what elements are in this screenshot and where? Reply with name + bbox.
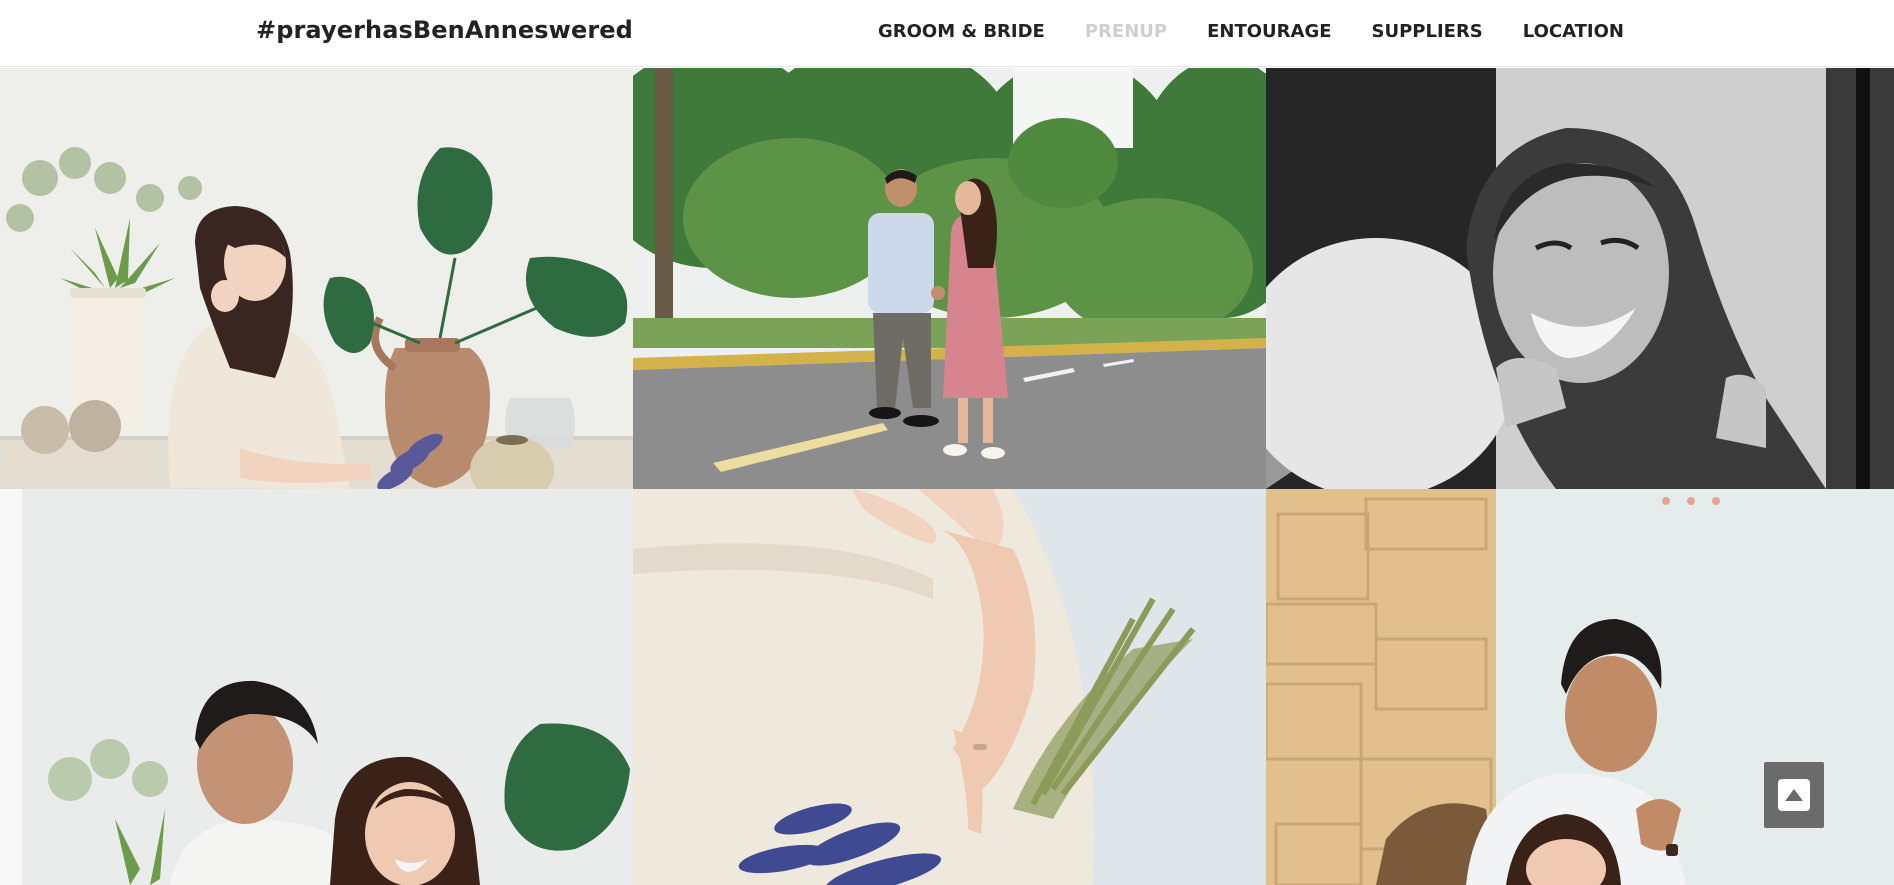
- main-nav: GROOM & BRIDE PRENUP ENTOURAGE SUPPLIERS…: [878, 21, 1624, 42]
- gallery-photo-couple-road[interactable]: [633, 68, 1266, 489]
- photo-couple-plants-image: [0, 489, 633, 885]
- gallery-photo-bride-seated[interactable]: [0, 68, 633, 489]
- nav-location[interactable]: LOCATION: [1523, 21, 1624, 42]
- nav-suppliers[interactable]: SUPPLIERS: [1372, 21, 1483, 42]
- gallery-photo-bw-smile[interactable]: [1266, 68, 1894, 489]
- nav-groom-bride[interactable]: GROOM & BRIDE: [878, 21, 1045, 42]
- nav-prenup[interactable]: PRENUP: [1085, 21, 1167, 42]
- nav-entourage[interactable]: ENTOURAGE: [1207, 21, 1331, 42]
- caret-up-icon: [1785, 789, 1803, 801]
- top-navbar: #prayerhasBenAnneswered GROOM & BRIDE PR…: [0, 0, 1894, 67]
- back-to-top-button[interactable]: [1764, 762, 1824, 828]
- photo-gallery: [0, 68, 1894, 885]
- back-to-top-box: [1778, 779, 1810, 811]
- gallery-photo-couple-plants[interactable]: [0, 489, 633, 885]
- photo-lavender-hands-image: [633, 489, 1266, 885]
- photo-couple-road-image: [633, 68, 1266, 489]
- photo-bride-seated-image: [0, 68, 633, 489]
- brand-link[interactable]: #prayerhasBenAnneswered: [256, 16, 633, 44]
- gallery-photo-lavender-hands[interactable]: [633, 489, 1266, 885]
- photo-bw-smile-image: [1266, 68, 1894, 489]
